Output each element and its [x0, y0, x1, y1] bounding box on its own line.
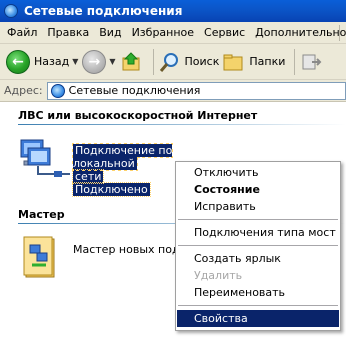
lan-connection-name-line2[interactable]: сети — [71, 169, 105, 184]
network-connection-icon — [20, 139, 70, 177]
window-title: Сетевые подключения — [24, 4, 183, 18]
menu-item-rename[interactable]: Переименовать — [177, 284, 339, 301]
menu-item-status[interactable]: Состояние — [177, 181, 339, 198]
menu-separator — [178, 245, 338, 246]
menu-item-repair[interactable]: Исправить — [177, 198, 339, 215]
group-header-wizard: Мастер — [18, 208, 65, 221]
menu-item-bridge-connections[interactable]: Подключения типа мост — [177, 224, 339, 241]
menubar-divider — [339, 25, 340, 41]
address-field[interactable]: Сетевые подключения — [46, 81, 346, 100]
lan-connection-status: Подключено — [72, 182, 151, 197]
lan-connection-name-line1[interactable]: Подключение по локальной — [71, 143, 174, 171]
search-icon — [159, 52, 178, 72]
search-button[interactable]: Поиск — [159, 48, 220, 76]
menu-item-properties[interactable]: Свойства — [177, 310, 339, 327]
back-label: Назад — [34, 55, 70, 68]
menu-bar: Файл Правка Вид Избранное Сервис Дополни… — [0, 22, 346, 44]
menu-separator — [178, 219, 338, 220]
toolbar: ← Назад ▼ → ▼ Поиск Папки — [0, 44, 346, 80]
context-menu: Отключить Состояние Исправить Подключени… — [175, 161, 341, 331]
group-divider — [18, 124, 346, 125]
forward-button[interactable]: → ▼ — [82, 48, 116, 76]
menu-favorites[interactable]: Избранное — [132, 26, 194, 39]
menu-view[interactable]: Вид — [99, 26, 121, 39]
menu-advanced[interactable]: Дополнительно — [255, 26, 346, 39]
menu-separator — [178, 305, 338, 306]
menu-tools[interactable]: Сервис — [204, 26, 245, 39]
menu-item-create-shortcut[interactable]: Создать ярлык — [177, 250, 339, 267]
network-globe-icon — [4, 4, 18, 18]
up-folder-icon — [122, 51, 140, 70]
address-bar: Адрес: Сетевые подключения — [0, 80, 346, 102]
search-label: Поиск — [184, 55, 220, 68]
network-globe-icon — [50, 83, 65, 98]
up-folder-button[interactable] — [120, 48, 144, 76]
back-arrow-icon: ← — [6, 49, 30, 74]
toolbar-divider-2 — [294, 48, 296, 75]
address-value: Сетевые подключения — [68, 84, 201, 97]
move-to-icon — [302, 54, 322, 69]
forward-arrow-icon: → — [82, 49, 107, 74]
window-title-bar[interactable]: Сетевые подключения — [0, 0, 346, 22]
forward-dropdown-icon[interactable]: ▼ — [109, 57, 115, 66]
menu-edit[interactable]: Правка — [47, 26, 89, 39]
menu-file[interactable]: Файл — [7, 26, 37, 39]
move-to-button[interactable] — [300, 48, 322, 76]
group-header-lan: ЛВС или высокоскоростной Интернет — [18, 109, 258, 122]
menu-item-disconnect[interactable]: Отключить — [177, 164, 339, 181]
folders-icon — [223, 54, 243, 70]
back-button[interactable]: ← Назад ▼ — [6, 48, 78, 76]
folders-label: Папки — [249, 55, 286, 68]
back-dropdown-icon[interactable]: ▼ — [72, 57, 78, 66]
wizard-label: Мастер новых подк — [73, 243, 187, 256]
folders-button[interactable]: Папки — [223, 48, 285, 76]
toolbar-divider — [152, 48, 154, 75]
wizard-icon — [23, 236, 55, 278]
menu-item-delete: Удалить — [194, 269, 243, 282]
address-label: Адрес: — [4, 84, 43, 97]
